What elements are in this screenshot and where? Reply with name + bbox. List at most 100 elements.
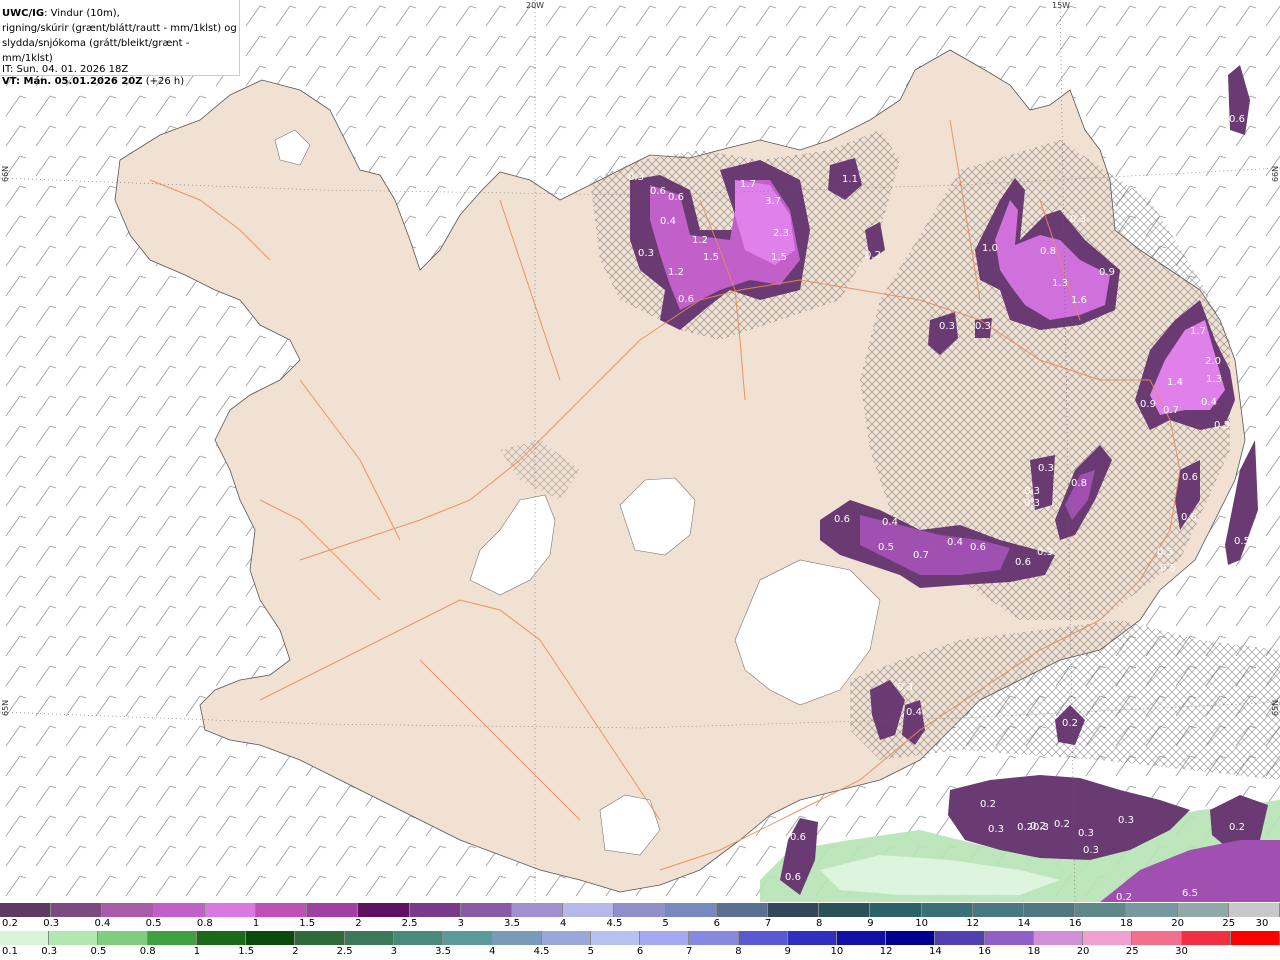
legend-snow-colorbar (0, 903, 1280, 917)
title-line2: rigning/skúrir (grænt/blátt/rautt - mm/1… (2, 23, 237, 34)
snow-value-label: 1.3 (1052, 278, 1068, 289)
legend-rain-labels: 0.1 0.3 0.5 0.8 1 1.5 2 2.5 3 3.5 4 4.5 5 6 7 8 9 10 12 14 1… (0, 946, 1280, 958)
snow-value-label: 1.6 (1071, 295, 1087, 306)
legend-swatch (0, 903, 52, 917)
snow-value-label: 0.3 (1083, 845, 1099, 856)
legend-tick-label: 20 (1171, 918, 1184, 929)
legend-tick-label: 14 (1017, 918, 1031, 929)
snow-value-label: 1.5 (771, 252, 787, 263)
legend-tick-label: 0.8 (139, 946, 156, 957)
legend-tick-label: 3 (390, 946, 398, 957)
snow-value-label: 0.3 (1038, 463, 1054, 474)
snow-value-label: 0.2 (1062, 718, 1078, 729)
snow-value-label: 0.3 (1118, 815, 1134, 826)
snow-value-label: 0.6 (1229, 114, 1245, 125)
legend-swatch (256, 903, 308, 917)
snow-value-label: 1.2 (668, 267, 684, 278)
legend-tick-label: 0.2 (2, 918, 18, 929)
legend-tick-label: 0.5 (90, 946, 107, 957)
legend-swatch (153, 903, 205, 917)
legend-swatch (246, 931, 296, 945)
legend-tick-label: 4.5 (533, 946, 550, 957)
snow-value-label: 1.7 (740, 179, 756, 190)
legend-swatch (1230, 931, 1280, 945)
legend-swatch (1024, 903, 1076, 917)
legend-tick-label: 1 (193, 946, 201, 957)
legend-tick-label: 25 (1222, 918, 1236, 929)
snow-value-label: 3.7 (765, 196, 781, 207)
snow-value-label: 0.5 (878, 542, 894, 553)
snow-value-label: 0.4 (1201, 397, 1217, 408)
valid-time: VT: Mán. 05.01.2026 20Z (2, 76, 143, 87)
legend-swatch (640, 931, 690, 945)
legend-swatch (409, 903, 461, 917)
legend-swatch (768, 903, 820, 917)
snow-value-label: 0.3 (975, 321, 991, 332)
legend-swatch (196, 931, 247, 945)
legend-swatch (541, 931, 591, 945)
legend-swatch (358, 903, 410, 917)
snow-value-label: 0.6 (790, 832, 806, 843)
snow-value-label: 1.0 (982, 243, 998, 254)
snow-value-label: 1.3 (1206, 374, 1222, 385)
snow-value-label: 0.4 (660, 216, 676, 227)
snow-value-label: 0.6 (785, 872, 801, 883)
snow-value-label: 0.2 (1054, 819, 1070, 830)
legend-swatch (819, 903, 871, 917)
legend-tick-label: 18 (1027, 946, 1041, 957)
legend-swatch (1075, 903, 1127, 917)
snow-value-label: 0.5 (1157, 547, 1173, 558)
legend-swatch (443, 931, 493, 945)
legend-swatch (1181, 931, 1231, 945)
legend-tick-label: 30 (1175, 946, 1188, 957)
snow-value-label: 0.3 (638, 248, 654, 259)
legend-swatch (665, 903, 717, 917)
legend-tick-label: 30 (1255, 918, 1269, 929)
legend-swatch (1228, 903, 1280, 917)
legend-swatch (1033, 931, 1084, 945)
snow-value-label: 0.2 (1116, 892, 1132, 902)
snow-value-label: 6.5 (1182, 888, 1198, 899)
legend-tick-label: 8 (735, 946, 742, 957)
snow-value-label: 0.6 (650, 186, 666, 197)
legend-tick-label: 6 (713, 918, 720, 929)
legend-swatch (972, 903, 1025, 917)
snow-value-label: 0.2 (1229, 822, 1245, 833)
legend-tick-label: 3.5 (435, 946, 452, 957)
init-time: IT: Sun. 04. 01. 2026 18Z (2, 64, 129, 75)
valid-offset: (+26 h) (142, 76, 185, 87)
lon-label-20w: 20W (526, 1, 544, 10)
snow-value-label: 0.3 (1037, 547, 1053, 558)
legend-swatch (738, 931, 788, 945)
legend-tick-label: 7 (686, 946, 693, 957)
legend-swatch (307, 903, 359, 917)
snow-value-label: 0.6 (678, 294, 694, 305)
legend-swatch (512, 903, 564, 917)
snow-value-label: 0.3 (1024, 486, 1040, 497)
snow-value-label: 0.3 (1024, 498, 1040, 509)
snow-value-label: 0.8 (1071, 478, 1087, 489)
legend-tick-label: 6 (636, 946, 644, 957)
title-line3: slydda/snjókoma (grátt/bleikt/grænt - mm… (2, 38, 190, 64)
snow-value-label: 0.2 (1030, 821, 1046, 832)
snow-value-label: 1.7 (1190, 326, 1206, 337)
snow-value-label: 1.2 (692, 235, 708, 246)
legend-tick-label: 3 (457, 918, 464, 929)
snow-value-label: 1.1 (842, 174, 858, 185)
legend-swatch (984, 931, 1034, 945)
legend-tick-label: 12 (879, 946, 893, 957)
legend-swatch (49, 931, 99, 945)
legend-tick-label: 0.5 (145, 918, 162, 929)
snow-value-label: 0.5 (1160, 563, 1176, 574)
snow-value-label: 0.9 (1140, 399, 1156, 410)
legend-swatch (836, 931, 887, 945)
snow-value-label: 0.3 (897, 682, 913, 693)
legend-tick-label: 2 (355, 918, 362, 929)
legend-tick-label: 2 (292, 946, 299, 957)
legend-tick-label: 1.5 (238, 946, 255, 957)
legend-swatch (1132, 931, 1182, 945)
legend-tick-label: 14 (929, 946, 942, 957)
snow-value-label: 0.3 (939, 321, 955, 332)
snow-value-label: 0.2 (980, 799, 996, 810)
legend-tick-label: 25 (1125, 946, 1139, 957)
